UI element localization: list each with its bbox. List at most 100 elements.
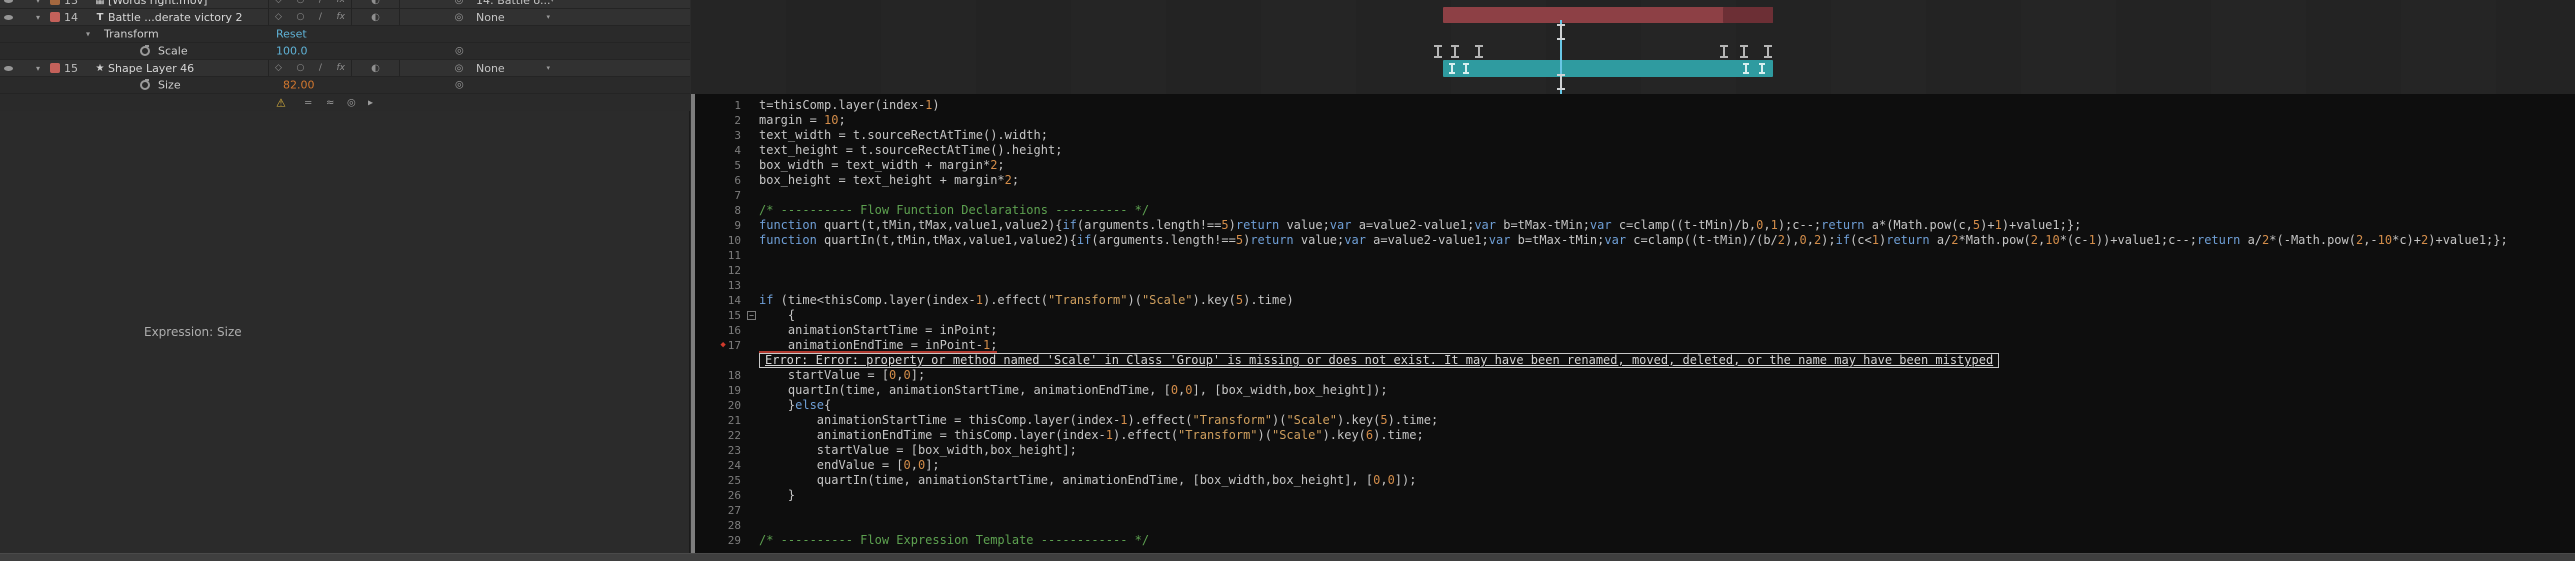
twirl-icon[interactable]: ▾	[30, 60, 46, 76]
fold-toggle-icon[interactable]: −	[747, 311, 756, 320]
collapse-icon[interactable]: ○	[296, 63, 304, 73]
fx-icon[interactable]: fx	[336, 12, 345, 22]
code-line-4[interactable]: 4text_height = t.sourceRectAtTime().heig…	[697, 143, 2575, 158]
twirl-icon[interactable]: ▾	[86, 30, 102, 39]
keyframe-icon[interactable]	[1740, 45, 1748, 58]
lock-column[interactable]	[16, 9, 30, 25]
code-line-24[interactable]: 24 endValue = [0,0];	[697, 458, 2575, 473]
keyframe-icon[interactable]	[1764, 45, 1772, 58]
code-line-23[interactable]: 23 startValue = [box_width,box_height];	[697, 443, 2575, 458]
size-property-row[interactable]: Size 82.00 ◎	[0, 77, 690, 94]
layer-switches[interactable]: ◇ ○ / fx	[268, 9, 352, 25]
visibility-eye-icon[interactable]	[4, 0, 13, 3]
code-line-22[interactable]: 22 animationEndTime = thisComp.layer(ind…	[697, 428, 2575, 443]
code-line-19[interactable]: 19 quartIn(time, animationStartTime, ani…	[697, 383, 2575, 398]
pick-whip-icon[interactable]: ◎	[455, 46, 464, 57]
keyframe-icon[interactable]	[1463, 63, 1469, 74]
expression-error-warning-icon[interactable]: ⚠	[276, 96, 286, 109]
label-color-swatch[interactable]	[50, 63, 60, 73]
parent-dropdown[interactable]: None ▾	[468, 60, 558, 76]
stopwatch-icon[interactable]	[140, 46, 150, 56]
code-line-21[interactable]: 21 animationStartTime = thisComp.layer(i…	[697, 413, 2575, 428]
motion-blur-icon[interactable]: ◐	[352, 0, 400, 8]
label-color-swatch[interactable]	[50, 0, 60, 5]
time-cursor-icon[interactable]	[1557, 74, 1565, 90]
layer-switches[interactable]: ◇ ○ / fx	[268, 60, 352, 76]
expression-menu-icon[interactable]: ▸	[368, 97, 373, 108]
motion-blur-icon[interactable]: ◐	[352, 9, 400, 25]
code-line-10[interactable]: 10function quartIn(t,tMin,tMax,value1,va…	[697, 233, 2575, 248]
lock-column[interactable]	[16, 0, 30, 8]
expression-editor[interactable]: 1t=thisComp.layer(index-1)2margin = 10;3…	[691, 94, 2575, 553]
code-line-13[interactable]: 13	[697, 278, 2575, 293]
code-line-20[interactable]: 20 }else{	[697, 398, 2575, 413]
scale-value[interactable]: 100.0	[276, 45, 308, 58]
keyframe-icon[interactable]	[1475, 45, 1483, 58]
shy-icon[interactable]: ◇	[275, 12, 282, 22]
size-property-label[interactable]: Size	[158, 79, 181, 92]
expression-enable-icon[interactable]: =	[304, 97, 312, 108]
scale-property-label[interactable]: Scale	[158, 45, 188, 58]
layer-switches[interactable]: ◇ ○ / fx	[268, 0, 352, 8]
parent-pick-whip-icon[interactable]: ◎	[450, 60, 468, 76]
layer-row-15[interactable]: ▾ 15 ★ Shape Layer 46 ◇ ○ / fx ◐ ◎ None …	[0, 60, 690, 77]
transform-group-label[interactable]: Transform	[104, 28, 159, 41]
expression-graph-icon[interactable]: ≈	[326, 97, 334, 108]
code-line-16[interactable]: 16 animationStartTime = inPoint;	[697, 323, 2575, 338]
editor-scrollbar[interactable]	[691, 94, 695, 553]
collapse-icon[interactable]: ○	[296, 12, 304, 22]
keyframe-icon[interactable]	[1759, 63, 1765, 74]
code-line-1[interactable]: 1t=thisComp.layer(index-1)	[697, 98, 2575, 113]
pick-whip-icon[interactable]: ◎	[455, 80, 464, 91]
code-line-18[interactable]: 18 startValue = [0,0];	[697, 368, 2575, 383]
size-value[interactable]: 82.00	[283, 79, 315, 92]
transform-group-row[interactable]: ▾ Transform Reset	[0, 26, 690, 43]
expression-pick-whip-icon[interactable]: ◎	[347, 97, 356, 108]
lock-column[interactable]	[16, 60, 30, 76]
code-lines[interactable]: 1t=thisComp.layer(index-1)2margin = 10;3…	[697, 98, 2575, 553]
motion-blur-icon[interactable]: ◐	[352, 60, 400, 76]
layer-15-duration-bar[interactable]	[1443, 60, 1773, 77]
keyframe-icon[interactable]	[1449, 63, 1455, 74]
layer-row-13[interactable]: ▾ 13 ▦ [Words right.mov] ◇ ○ / fx ◐ ◎ 14…	[0, 0, 690, 9]
label-color-swatch[interactable]	[50, 12, 60, 22]
code-line-11[interactable]: 11	[697, 248, 2575, 263]
parent-pick-whip-icon[interactable]: ◎	[450, 9, 468, 25]
fx-icon[interactable]: fx	[336, 63, 345, 73]
quality-icon[interactable]: /	[319, 12, 322, 22]
code-line-25[interactable]: 25 quartIn(time, animationStartTime, ani…	[697, 473, 2575, 488]
keyframe-icon[interactable]	[1720, 45, 1728, 58]
quality-icon[interactable]: /	[319, 63, 322, 73]
scale-property-row[interactable]: Scale 100.0 ◎	[0, 43, 690, 60]
twirl-icon[interactable]: ▾	[30, 9, 46, 25]
code-line-14[interactable]: 14if (time<thisComp.layer(index-1).effec…	[697, 293, 2575, 308]
code-line-9[interactable]: 9function quart(t,tMin,tMax,value1,value…	[697, 218, 2575, 233]
code-line-3[interactable]: 3text_width = t.sourceRectAtTime().width…	[697, 128, 2575, 143]
code-line-15[interactable]: 15− {	[697, 308, 2575, 323]
collapse-icon[interactable]: ○	[296, 0, 304, 5]
code-line-12[interactable]: 12	[697, 263, 2575, 278]
timeline-track-area[interactable]	[691, 0, 2575, 94]
code-line-26[interactable]: 26 }	[697, 488, 2575, 503]
keyframe-icon[interactable]	[1451, 45, 1459, 58]
layer-name[interactable]: [Words right.mov]	[108, 0, 268, 8]
reset-link[interactable]: Reset	[276, 28, 307, 41]
code-line-8[interactable]: 8/* ---------- Flow Function Declaration…	[697, 203, 2575, 218]
keyframe-icon[interactable]	[1434, 45, 1442, 58]
parent-dropdown[interactable]: None ▾	[468, 9, 558, 25]
horizontal-scrollbar[interactable]	[0, 553, 2575, 561]
twirl-icon[interactable]: ▾	[30, 0, 46, 8]
parent-pick-whip-icon[interactable]: ◎	[450, 0, 468, 8]
code-line-17[interactable]: ◆17 animationEndTime = inPoint-1;	[697, 338, 2575, 353]
visibility-eye-icon[interactable]	[4, 66, 13, 71]
fx-icon[interactable]: fx	[336, 0, 345, 5]
quality-icon[interactable]: /	[319, 0, 322, 5]
code-line-28[interactable]: 28	[697, 518, 2575, 533]
shy-icon[interactable]: ◇	[275, 63, 282, 73]
visibility-eye-icon[interactable]	[4, 15, 13, 20]
layer-row-14[interactable]: ▾ 14 T Battle ...derate victory 2 ◇ ○ / …	[0, 9, 690, 26]
keyframe-icon[interactable]	[1743, 63, 1749, 74]
code-line-2[interactable]: 2margin = 10;	[697, 113, 2575, 128]
parent-dropdown[interactable]: 14: Battle o... ▾	[468, 0, 558, 8]
code-line-7[interactable]: 7	[697, 188, 2575, 203]
